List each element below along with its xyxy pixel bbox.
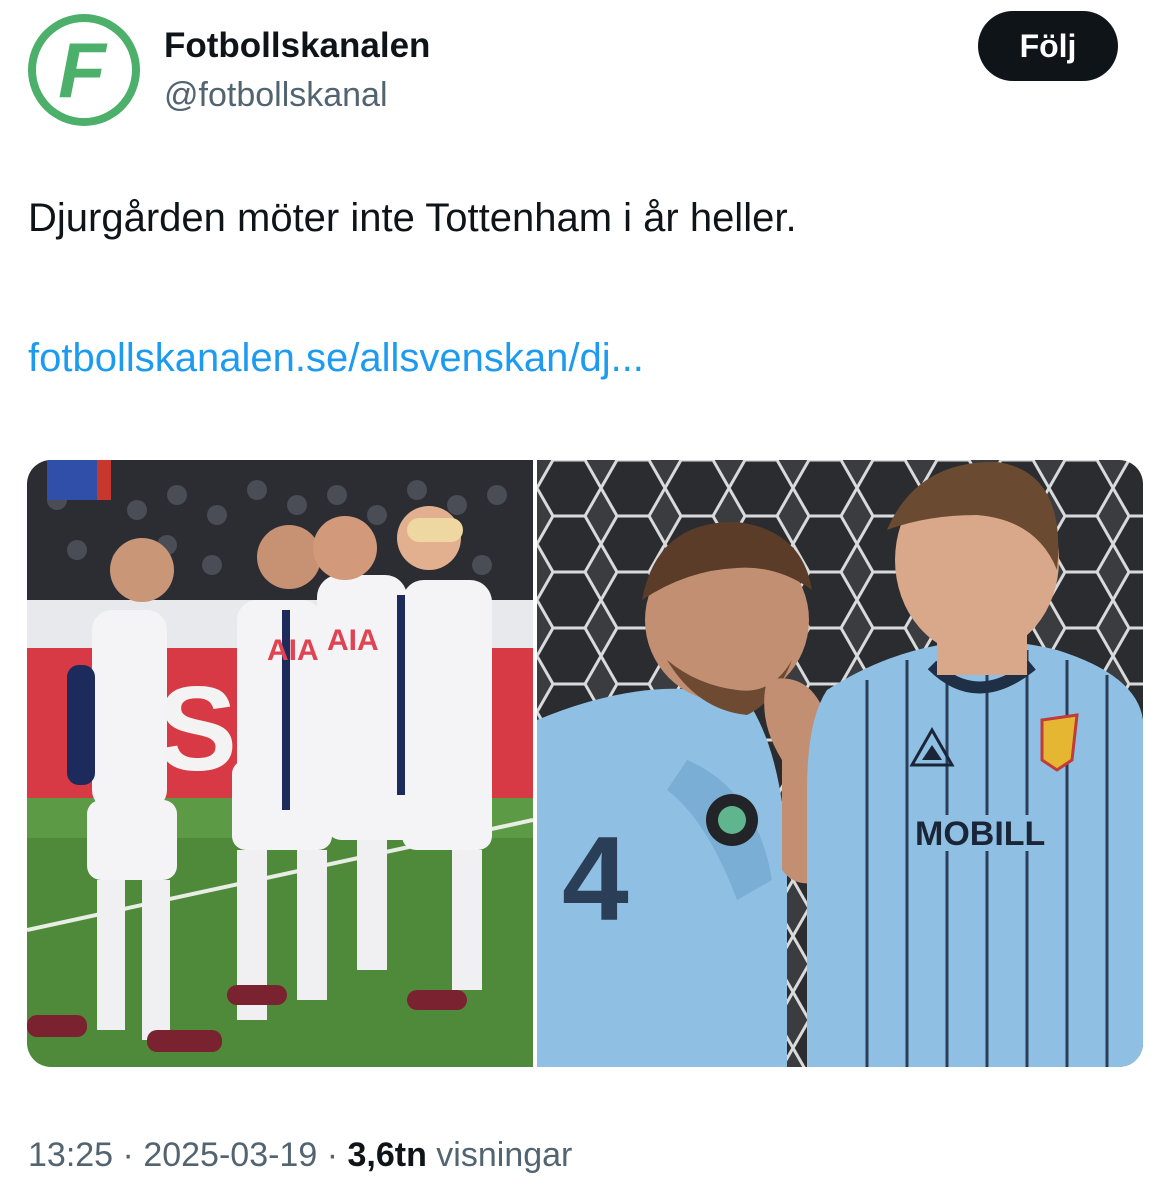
media-photo-right[interactable]: 4 MOBILL [537,460,1143,1067]
svg-text:AIA: AIA [267,634,319,667]
svg-text:4: 4 [562,812,629,946]
tweet-date[interactable]: 2025-03-19 [143,1136,317,1174]
follow-button[interactable]: Följ [978,11,1118,81]
meta-separator: · [122,1136,134,1174]
avatar[interactable]: F [28,14,140,126]
photo-tottenham-players-celebrating: S S [27,460,533,1067]
author-handle[interactable]: @fotbollskanal [164,76,388,115]
svg-text:S: S [157,662,237,796]
author-display-name[interactable]: Fotbollskanalen [164,26,430,66]
media-photo-left[interactable]: S S [27,460,533,1067]
tweet-text: Djurgården möter inte Tottenham i år hel… [28,196,797,240]
avatar-logo-letter: F [58,26,106,114]
meta-separator: · [326,1136,339,1174]
media-grid: S S [27,460,1143,1067]
photo-djurgarden-players-talking: 4 MOBILL [537,460,1143,1067]
tweet-meta: 13:25 · 2025-03-19 · 3,6tn visningar [28,1136,572,1175]
svg-text:AIA: AIA [327,624,379,657]
tweet-link[interactable]: fotbollskanalen.se/allsvenskan/dj... [28,336,644,381]
avatar-ring: F [36,22,132,118]
svg-text:MOBILL: MOBILL [915,815,1045,853]
views-label: visningar [436,1136,573,1174]
views-count: 3,6tn [347,1136,427,1174]
tweet-time[interactable]: 13:25 [28,1136,113,1174]
